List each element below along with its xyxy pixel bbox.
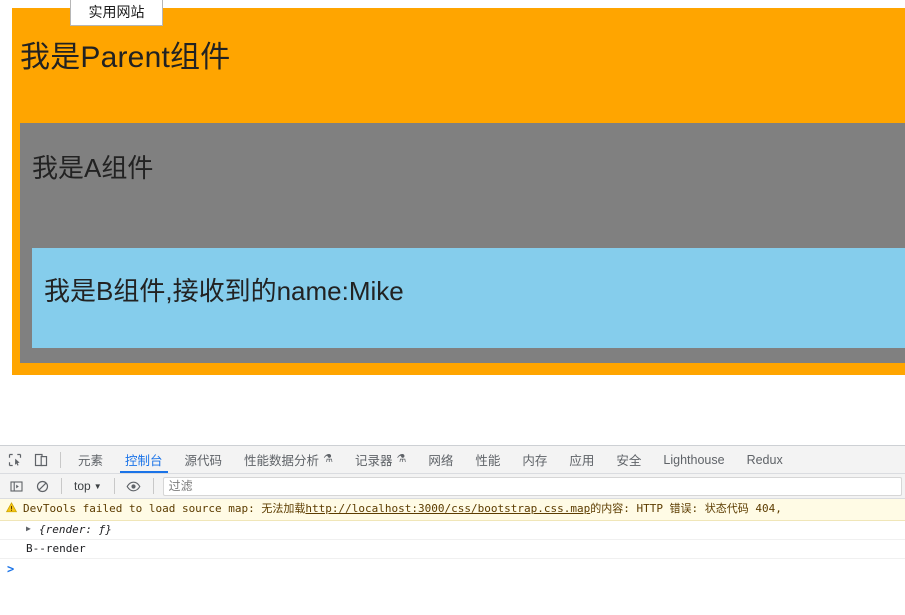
tab-label: 性能 bbox=[475, 454, 501, 468]
b-component-box: 我是B组件,接收到的name:Mike bbox=[32, 248, 905, 348]
console-sidebar-icon[interactable] bbox=[3, 473, 29, 499]
clear-console-icon[interactable] bbox=[29, 473, 55, 499]
inspect-element-icon[interactable] bbox=[2, 447, 28, 473]
tab-label: 记录器 bbox=[354, 454, 393, 468]
experiment-flask-icon: ⚗ bbox=[396, 453, 407, 465]
tab-label: 性能数据分析 bbox=[244, 454, 320, 468]
disclosure-triangle-icon[interactable]: ▶ bbox=[26, 525, 36, 533]
bookmark-chip[interactable]: 实用网站 bbox=[70, 0, 163, 26]
toolbar-divider bbox=[60, 451, 61, 468]
console-toolbar-divider-3 bbox=[152, 478, 154, 494]
warning-triangle-icon bbox=[5, 502, 18, 518]
source-map-link[interactable]: http://localhost:3000/css/bootstrap.css.… bbox=[305, 501, 590, 517]
devtools-panel: 元素 控制台 源代码 性能数据分析 ⚗ 记录器 ⚗ 网络 性能 内存 应用 安全… bbox=[0, 445, 905, 615]
console-object-message[interactable]: ▶ {render: ƒ} bbox=[0, 521, 905, 540]
devtools-tabbar: 元素 控制台 源代码 性能数据分析 ⚗ 记录器 ⚗ 网络 性能 内存 应用 安全… bbox=[0, 446, 905, 474]
tab-memory[interactable]: 内存 bbox=[511, 446, 558, 473]
tab-redux[interactable]: Redux bbox=[736, 446, 794, 473]
tab-label: 控制台 bbox=[125, 454, 163, 468]
tab-performance[interactable]: 性能 bbox=[464, 446, 511, 473]
console-filter-wrapper[interactable] bbox=[162, 476, 902, 496]
bookmark-chip-label: 实用网站 bbox=[88, 4, 145, 20]
prompt-caret-icon: > bbox=[7, 562, 15, 576]
tab-elements[interactable]: 元素 bbox=[67, 446, 114, 473]
console-toolbar-divider bbox=[61, 478, 62, 494]
console-warning-text-after: 的内容: HTTP 错误: 状态代码 404, bbox=[590, 502, 782, 515]
tab-sources[interactable]: 源代码 bbox=[174, 446, 234, 473]
console-prompt-row[interactable]: > bbox=[0, 559, 905, 579]
parent-component-title: 我是Parent组件 bbox=[20, 41, 231, 74]
tab-performance-insights[interactable]: 性能数据分析 ⚗ bbox=[233, 446, 344, 473]
tab-label: 元素 bbox=[78, 454, 104, 468]
device-toolbar-icon[interactable] bbox=[28, 447, 54, 473]
tab-label: 内存 bbox=[522, 454, 548, 468]
tab-application[interactable]: 应用 bbox=[558, 446, 605, 473]
tab-label: 安全 bbox=[616, 454, 642, 468]
parent-component-box: 我是Parent组件 我是A组件 我是B组件,接收到的name:Mike bbox=[12, 8, 905, 375]
console-warning-text-before: DevTools failed to load source map: 无法加载 bbox=[23, 502, 306, 515]
tab-label: 网络 bbox=[428, 454, 454, 468]
live-expression-eye-icon[interactable] bbox=[121, 473, 147, 499]
tab-lighthouse[interactable]: Lighthouse bbox=[652, 446, 735, 473]
tab-label: 源代码 bbox=[184, 454, 223, 468]
tab-label: Lighthouse bbox=[663, 452, 725, 467]
console-filter-input[interactable] bbox=[163, 479, 901, 493]
browser-page-viewport: 我是Parent组件 我是A组件 我是B组件,接收到的name:Mike 实用网… bbox=[0, 0, 905, 445]
console-warning-message[interactable]: DevTools failed to load source map: 无法加载… bbox=[0, 499, 905, 521]
console-message-list: DevTools failed to load source map: 无法加载… bbox=[0, 499, 905, 579]
execution-context-label: top bbox=[74, 479, 91, 493]
console-log-text: B--render bbox=[26, 542, 86, 555]
experiment-flask-icon: ⚗ bbox=[323, 453, 333, 465]
tab-console[interactable]: 控制台 bbox=[114, 446, 174, 473]
a-component-box: 我是A组件 我是B组件,接收到的name:Mike bbox=[20, 123, 905, 363]
tab-security[interactable]: 安全 bbox=[605, 446, 652, 473]
b-component-title: 我是B组件,接收到的name:Mike bbox=[44, 276, 404, 306]
execution-context-selector[interactable]: top ▼ bbox=[68, 476, 108, 496]
tab-recorder[interactable]: 记录器 ⚗ bbox=[344, 446, 417, 473]
chevron-down-icon: ▼ bbox=[93, 482, 102, 491]
tab-label: Redux bbox=[746, 452, 783, 467]
console-log-message[interactable]: B--render bbox=[0, 540, 905, 559]
console-prompt-input[interactable] bbox=[20, 561, 905, 577]
tab-network[interactable]: 网络 bbox=[417, 446, 464, 473]
tab-label: 应用 bbox=[569, 454, 595, 468]
console-toolbar: top ▼ bbox=[0, 474, 905, 499]
console-object-preview: {render: ƒ} bbox=[39, 523, 112, 536]
console-toolbar-divider-2 bbox=[113, 478, 115, 494]
a-component-title: 我是A组件 bbox=[32, 153, 154, 183]
